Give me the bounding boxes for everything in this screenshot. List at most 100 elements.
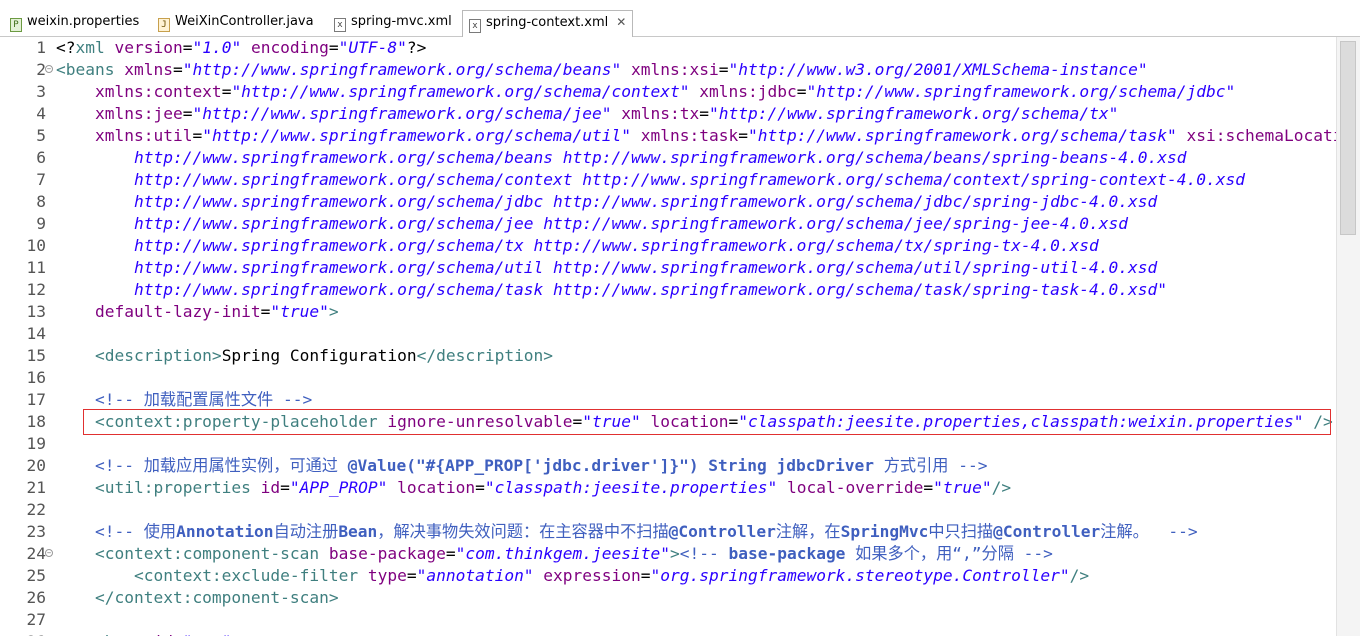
code-text: xmlns:util="http://www.springframework.o… (56, 125, 1336, 147)
code-line[interactable]: 10 http://www.springframework.org/schema… (0, 235, 1336, 257)
code-token: SpringMvc (840, 522, 929, 541)
code-text: http://www.springframework.org/schema/je… (56, 213, 1128, 235)
code-token: default-lazy-init (94, 302, 261, 321)
xml-editor[interactable]: 1 <?xml version="1.0" encoding="UTF-8"?> 2… (0, 37, 1336, 636)
tab-weixincontroller-java[interactable]: J WeiXinController.java (152, 10, 320, 36)
tab-label: weixin.properties (27, 14, 140, 29)
code-token: = (328, 38, 339, 57)
code-token: Annotation (176, 522, 274, 541)
code-line[interactable]: 15 <description>Spring Configuration</de… (0, 345, 1336, 367)
code-line[interactable]: 5 xmlns:util="http://www.springframework… (0, 125, 1336, 147)
code-token: "http://www.springframework.org/schema/t… (709, 104, 1119, 123)
fold-toggle-icon[interactable]: − (45, 65, 53, 73)
code-line[interactable]: 7 http://www.springframework.org/schema/… (0, 169, 1336, 191)
code-line[interactable]: 14 (0, 323, 1336, 345)
line-number: 3 (36, 82, 46, 101)
code-line[interactable]: 16 (0, 367, 1336, 389)
code-token: "http://www.w3.org/2001/XMLSchema-instan… (728, 60, 1148, 79)
line-number: 22 (26, 500, 47, 519)
tab-spring-mvc-xml[interactable]: x spring-mvc.xml (328, 10, 458, 36)
scrollbar-thumb[interactable] (1340, 41, 1356, 235)
code-text: http://www.springframework.org/schema/tx… (56, 235, 1099, 257)
code-text: <description>Spring Configuration</descr… (56, 345, 553, 367)
code-text: default-lazy-init="true"> (56, 301, 339, 323)
code-token: ，解决事物失效问题：在主容器中不扫描 (377, 522, 669, 541)
code-token: <bean (95, 632, 144, 636)
line-number: 4 (36, 104, 46, 123)
code-token: xmlns:xsi (621, 60, 719, 79)
code-token: <!-- 加载应用属性实例，可通过 (94, 456, 348, 475)
code-line[interactable]: 26 </context:component-scan> (0, 587, 1336, 609)
code-line[interactable]: 2− <beans xmlns="http://www.springframewo… (0, 59, 1336, 81)
code-token: 如果多个，用“,”分隔 --> (845, 544, 1053, 563)
code-token: "UTF-8" (338, 38, 407, 57)
code-token: http://www.springframework.org/schema/je… (133, 214, 1129, 233)
code-line[interactable]: 20 <!-- 加载应用属性实例，可通过 @Value("#{APP_PROP[… (0, 455, 1336, 477)
code-text: <?xml version="1.0" encoding="UTF-8"?> (56, 37, 426, 59)
code-token: http://www.springframework.org/schema/be… (133, 148, 1187, 167)
code-text: <bean id="..."> (56, 631, 241, 636)
code-line[interactable]: 1 <?xml version="1.0" encoding="UTF-8"?> (0, 37, 1336, 59)
code-token: Spring Configuration (221, 346, 417, 365)
code-token: "classpath:jeesite.properties" (484, 478, 778, 497)
code-token: = (172, 60, 183, 79)
line-number: 5 (36, 126, 46, 145)
code-line[interactable]: 12 http://www.springframework.org/schema… (0, 279, 1336, 301)
code-line[interactable]: 17 <!-- 加载配置属性文件 --> (0, 389, 1336, 411)
code-text: <!-- 加载配置属性文件 --> (56, 389, 312, 411)
code-line[interactable]: 28 <bean id="..."> (0, 631, 1336, 636)
line-number: 2 (36, 60, 46, 79)
code-token: > (231, 632, 241, 636)
xml-file-icon: x (334, 18, 346, 32)
line-number: 8 (36, 192, 46, 211)
editor-tab-bar: Pweixin.properties J WeiXinController.jav… (0, 0, 1360, 37)
code-line[interactable]: 27 (0, 609, 1336, 631)
code-token: <beans (56, 60, 115, 79)
code-line[interactable]: 19 (0, 433, 1336, 455)
line-number: 12 (26, 280, 47, 299)
code-token: http://www.springframework.org/schema/ut… (133, 258, 1158, 277)
tab-weixin-properties[interactable]: Pweixin.properties (4, 10, 145, 36)
code-line[interactable]: 23 <!-- 使用Annotation自动注册Bean，解决事物失效问题：在主… (0, 521, 1336, 543)
code-line[interactable]: 4 xmlns:jee="http://www.springframework.… (0, 103, 1336, 125)
line-number: 24 (26, 544, 47, 563)
code-line[interactable]: 22 (0, 499, 1336, 521)
code-token: /> (1069, 566, 1090, 585)
code-line[interactable]: 21 <util:properties id="APP_PROP" locati… (0, 477, 1336, 499)
tab-spring-context-xml[interactable]: x spring-context.xml ✕ (462, 10, 634, 37)
code-token: "annotation" (416, 566, 534, 585)
line-number: 26 (26, 588, 47, 607)
code-token: "APP_PROP" (289, 478, 388, 497)
code-token: expression (533, 566, 641, 585)
code-text: <util:properties id="APP_PROP" location=… (56, 477, 1011, 499)
code-token: = (192, 126, 203, 145)
code-token: = (796, 82, 807, 101)
code-token: <!-- 使用 (94, 522, 177, 541)
close-icon[interactable]: ✕ (616, 15, 626, 29)
line-number: 16 (26, 368, 47, 387)
code-line[interactable]: 25 <context:exclude-filter type="annotat… (0, 565, 1336, 587)
code-line[interactable]: 6 http://www.springframework.org/schema/… (0, 147, 1336, 169)
tab-label: spring-context.xml (486, 15, 609, 30)
vertical-scrollbar[interactable] (1336, 37, 1360, 636)
code-token: = (280, 478, 290, 497)
code-line[interactable]: 11 http://www.springframework.org/schema… (0, 257, 1336, 279)
code-line[interactable]: 24− <context:component-scan base-package… (0, 543, 1336, 565)
code-line[interactable]: 13 default-lazy-init="true"> (0, 301, 1336, 323)
fold-toggle-icon[interactable]: − (45, 549, 53, 557)
code-line[interactable]: 9 http://www.springframework.org/schema/… (0, 213, 1336, 235)
code-text: xmlns:jee="http://www.springframework.or… (56, 103, 1118, 125)
code-token: @Controller (993, 522, 1101, 541)
xml-file-icon: x (469, 19, 481, 33)
code-line[interactable]: 8 http://www.springframework.org/schema/… (0, 191, 1336, 213)
code-line[interactable]: 3 xmlns:context="http://www.springframew… (0, 81, 1336, 103)
code-token: 自动注册 (273, 522, 339, 541)
code-text: http://www.springframework.org/schema/ta… (56, 279, 1167, 301)
code-token: xsi:schemaLocation (1186, 126, 1336, 145)
